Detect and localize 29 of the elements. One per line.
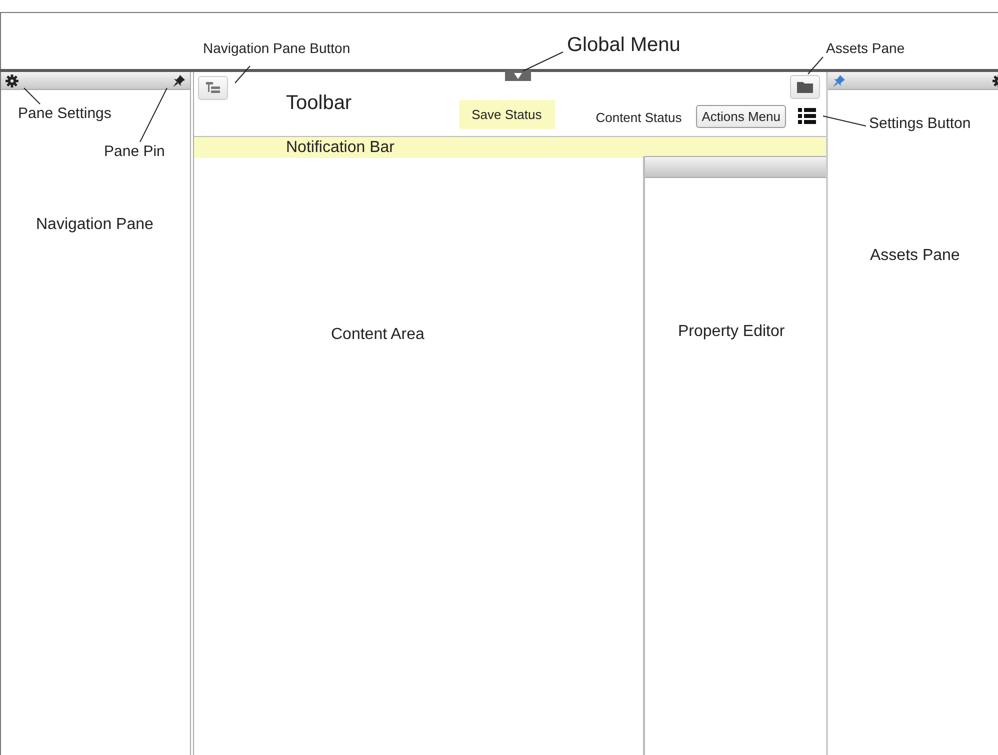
global-menu-tab[interactable] <box>505 70 531 81</box>
toolbar-title: Toolbar <box>286 92 352 115</box>
pane-label: Assets Pane <box>870 247 961 265</box>
settings-icon[interactable] <box>5 74 19 88</box>
leader-line <box>234 65 251 84</box>
folder-icon <box>797 81 814 93</box>
callout-label: Global Menu <box>567 34 680 57</box>
leader-line <box>822 115 867 127</box>
save-status: Save Status <box>458 100 555 129</box>
tree-icon <box>206 82 220 94</box>
leader-line <box>807 56 824 75</box>
navigation-pane-button[interactable] <box>198 76 228 100</box>
callout-label: Navigation Pane Button <box>203 40 350 56</box>
leader-line <box>23 87 41 105</box>
callout-label: Assets Pane <box>826 40 905 56</box>
callout-label: Pane Settings <box>18 105 112 122</box>
actions-menu-button[interactable]: Actions Menu <box>696 105 786 128</box>
callout-label: Settings Button <box>869 115 971 132</box>
leader-line <box>522 51 564 72</box>
notification-bar: Notification Bar <box>194 137 826 158</box>
list-icon[interactable] <box>798 108 816 124</box>
property-editor-label: Property Editor <box>678 323 786 341</box>
content-status: Content Status <box>596 110 682 125</box>
assets-pane-button[interactable] <box>790 75 820 99</box>
callout-label: Pane Pin <box>104 143 165 160</box>
content-area-label: Content Area <box>331 326 426 344</box>
pin-icon[interactable] <box>172 74 186 88</box>
leader-line <box>139 87 168 143</box>
pane-label: Navigation Pane <box>36 216 154 234</box>
